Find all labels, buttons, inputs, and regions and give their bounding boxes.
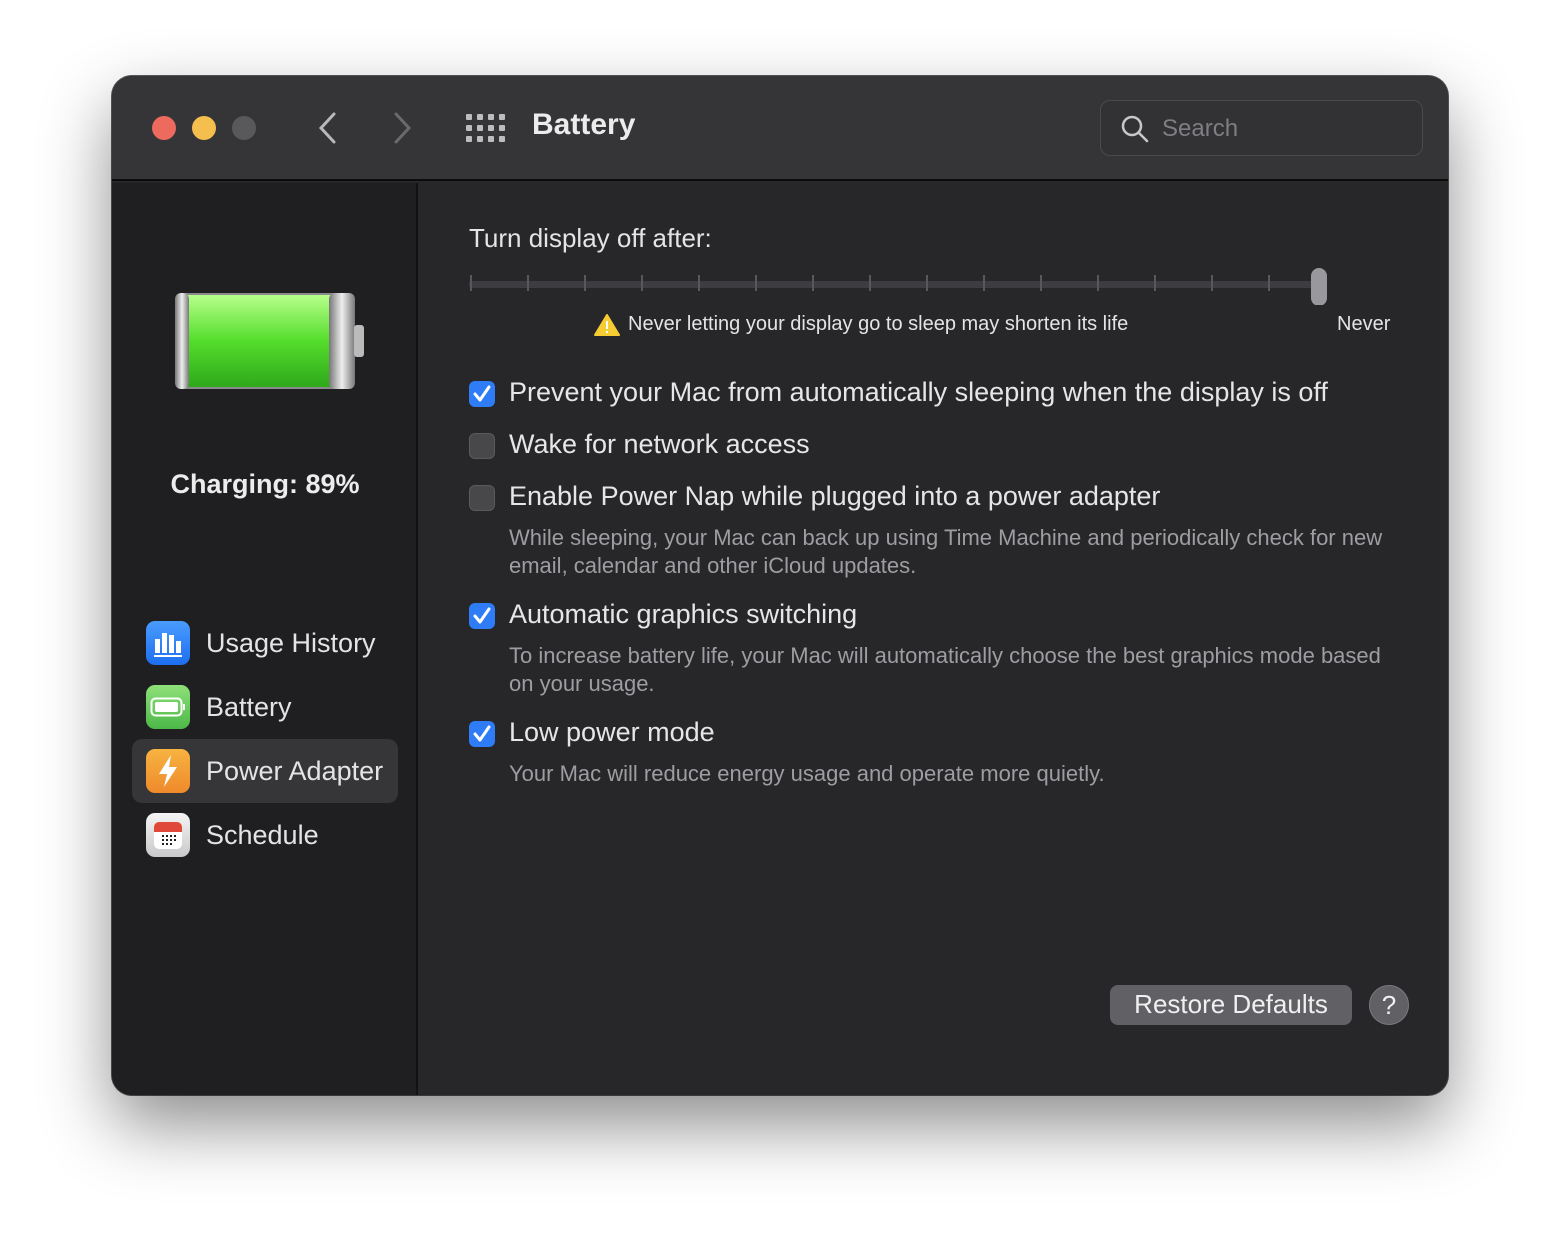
sidebar-item-label: Schedule xyxy=(206,819,319,850)
bar-chart-icon xyxy=(146,621,190,665)
wake-network-label[interactable]: Wake for network access xyxy=(509,429,810,460)
checkmark-icon xyxy=(473,725,491,742)
back-icon[interactable] xyxy=(316,110,340,146)
slider-tick xyxy=(527,275,529,291)
slider-end-label: Never xyxy=(1337,313,1391,335)
slider-tick xyxy=(641,275,643,291)
slider-tick xyxy=(470,275,472,291)
slider-tick xyxy=(584,275,586,291)
sidebar-item-label: Power Adapter xyxy=(206,755,384,786)
search-input[interactable]: Search xyxy=(1100,100,1423,156)
display-sleep-slider[interactable] xyxy=(460,261,1340,305)
bolt-icon xyxy=(146,749,190,793)
main-panel: Turn display off after: Never letting yo… xyxy=(420,183,1448,1095)
wake-network-checkbox[interactable] xyxy=(469,433,495,459)
power-nap-label[interactable]: Enable Power Nap while plugged into a po… xyxy=(509,481,1160,512)
warning-icon xyxy=(594,313,620,336)
titlebar: Battery Search xyxy=(112,76,1448,181)
prevent-sleep-label[interactable]: Prevent your Mac from automatically slee… xyxy=(509,377,1328,408)
slider-tick xyxy=(698,275,700,291)
preferences-window: Battery Search Charging: 89% Usage Histo… xyxy=(112,76,1448,1095)
sidebar: Charging: 89% Usage History Battery Powe… xyxy=(112,183,418,1095)
slider-label: Turn display off after: xyxy=(469,223,712,253)
sidebar-item-label: Usage History xyxy=(206,627,376,658)
sidebar-item-schedule[interactable]: Schedule xyxy=(132,803,398,867)
graphics-switching-checkbox[interactable] xyxy=(469,603,495,629)
search-icon xyxy=(1121,115,1149,143)
minimize-button[interactable] xyxy=(192,116,216,140)
battery-status-icon xyxy=(175,293,364,389)
forward-icon[interactable] xyxy=(390,110,414,146)
slider-tick xyxy=(926,275,928,291)
graphics-switching-description: To increase battery life, your Mac will … xyxy=(509,643,1381,696)
slider-tick xyxy=(1040,275,1042,291)
sidebar-item-label: Battery xyxy=(206,691,292,722)
zoom-button[interactable] xyxy=(232,116,256,140)
sidebar-item-power-adapter[interactable]: Power Adapter xyxy=(132,739,398,803)
graphics-switching-label[interactable]: Automatic graphics switching xyxy=(509,599,857,630)
slider-tick xyxy=(1097,275,1099,291)
slider-tick xyxy=(983,275,985,291)
window-title: Battery xyxy=(532,108,636,141)
slider-thumb[interactable] xyxy=(1311,268,1327,305)
prevent-sleep-checkbox[interactable] xyxy=(469,381,495,407)
slider-tick xyxy=(869,275,871,291)
checkmark-icon xyxy=(473,385,491,402)
low-power-label[interactable]: Low power mode xyxy=(509,717,715,748)
power-nap-description: While sleeping, your Mac can back up usi… xyxy=(509,525,1383,578)
help-button[interactable]: ? xyxy=(1369,985,1409,1025)
warning-text: Never letting your display go to sleep m… xyxy=(628,313,1129,335)
slider-tick xyxy=(1268,275,1270,291)
low-power-checkbox[interactable] xyxy=(469,721,495,747)
restore-defaults-button[interactable]: Restore Defaults xyxy=(1110,985,1352,1025)
charging-status: Charging: 89% xyxy=(170,469,360,499)
search-placeholder: Search xyxy=(1162,115,1239,142)
battery-icon xyxy=(146,685,190,729)
show-all-grid-icon[interactable] xyxy=(466,114,505,142)
sidebar-item-usage-history[interactable]: Usage History xyxy=(132,611,398,675)
slider-tick xyxy=(1154,275,1156,291)
checkmark-icon xyxy=(473,607,491,624)
slider-tick xyxy=(755,275,757,291)
sidebar-item-battery[interactable]: Battery xyxy=(132,675,398,739)
low-power-description: Your Mac will reduce energy usage and op… xyxy=(509,761,1105,786)
power-nap-checkbox[interactable] xyxy=(469,485,495,511)
close-button[interactable] xyxy=(152,116,176,140)
calendar-icon xyxy=(146,813,190,857)
slider-track xyxy=(469,281,1319,288)
warning-message: Never letting your display go to sleep m… xyxy=(594,313,1128,336)
slider-tick xyxy=(1211,275,1213,291)
slider-tick xyxy=(812,275,814,291)
